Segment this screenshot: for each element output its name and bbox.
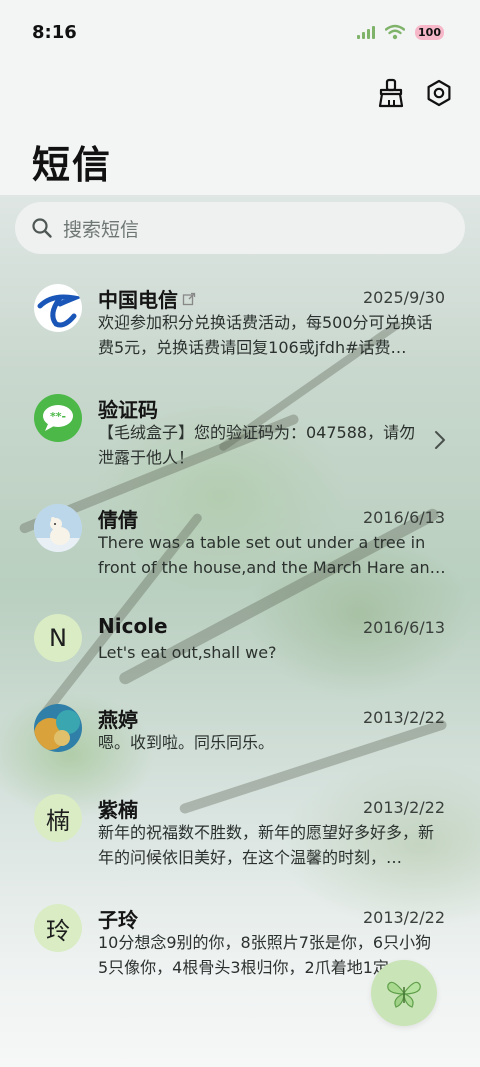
avatar	[34, 704, 82, 752]
conversation-row[interactable]: 中国电信 2025/9/30 欢迎参加积分兑换话费活动，每500分可兑换话费5元…	[0, 270, 480, 380]
avatar	[34, 504, 82, 552]
message-date: 2013/2/22	[362, 798, 445, 817]
compose-button[interactable]	[371, 960, 437, 1026]
message-date: 2016/6/13	[362, 508, 445, 527]
message-preview: 欢迎参加积分兑换话费活动，每500分可兑换话费5元，兑换话费请回复106或jfd…	[98, 313, 433, 357]
contact-name: 紫楠	[98, 798, 138, 822]
clean-brush-button[interactable]	[376, 78, 406, 108]
avatar: 楠	[34, 794, 82, 842]
conversation-row[interactable]: 倩倩 2016/6/13 There was a table set out u…	[0, 490, 480, 600]
search-placeholder: 搜索短信	[63, 218, 140, 241]
avatar	[34, 284, 82, 332]
search-icon	[32, 218, 52, 238]
avatar: 玲	[34, 904, 82, 952]
message-date: 2016/6/13	[362, 618, 445, 637]
avatar: **-	[34, 394, 82, 442]
message-date: 2025/9/30	[362, 288, 445, 307]
conversation-row[interactable]: 楠 紫楠 2013/2/22 新年的祝福数不胜数，新年的愿望好多好多，新年的问候…	[0, 780, 480, 890]
header-actions	[376, 78, 454, 108]
contact-name: 倩倩	[98, 508, 138, 532]
status-time: 8:16	[32, 22, 77, 43]
message-preview: 【毛绒盒子】您的验证码为：047588，请勿泄露于他人！	[98, 423, 416, 467]
page-title: 短信	[32, 143, 113, 187]
colorful-photo-icon	[34, 704, 82, 752]
battery-indicator: 100	[415, 24, 444, 40]
contact-name: 燕婷	[98, 708, 138, 732]
svg-text:**-: **-	[50, 410, 66, 423]
message-preview: There was a table set out under a tree i…	[98, 533, 446, 577]
avatar: N	[34, 614, 82, 662]
message-date: 2013/2/22	[362, 708, 445, 727]
message-bubble-icon: **-	[43, 405, 73, 431]
settings-button[interactable]	[424, 78, 454, 108]
message-date: 2013/2/22	[362, 908, 445, 927]
contact-name: 中国电信	[98, 284, 196, 313]
chevron-right-icon[interactable]	[434, 430, 446, 450]
search-input[interactable]: 搜索短信	[15, 202, 465, 254]
status-icons: 100	[357, 24, 444, 40]
conversation-row[interactable]: **- 验证码 【毛绒盒子】您的验证码为：047588，请勿泄露于他人！	[0, 380, 480, 490]
contact-name: 子玲	[98, 908, 138, 932]
polar-bear-photo-icon	[34, 504, 82, 552]
settings-icon	[427, 79, 451, 107]
status-bar: 8:16 100	[0, 0, 480, 66]
signal-icon	[357, 25, 376, 39]
message-preview: 嗯。收到啦。同乐同乐。	[98, 733, 275, 752]
contact-name: Nicole	[98, 614, 168, 638]
brush-icon	[378, 78, 404, 108]
external-link-icon	[182, 292, 196, 305]
message-preview: Let's eat out,shall we?	[98, 643, 277, 662]
china-telecom-logo-icon	[35, 285, 82, 331]
contact-name: 验证码	[98, 398, 158, 422]
butterfly-icon	[387, 981, 421, 1008]
message-preview: 新年的祝福数不胜数，新年的愿望好多好多，新年的问候依旧美好，在这个温馨的时刻，…	[98, 823, 435, 867]
wifi-icon	[385, 24, 406, 40]
